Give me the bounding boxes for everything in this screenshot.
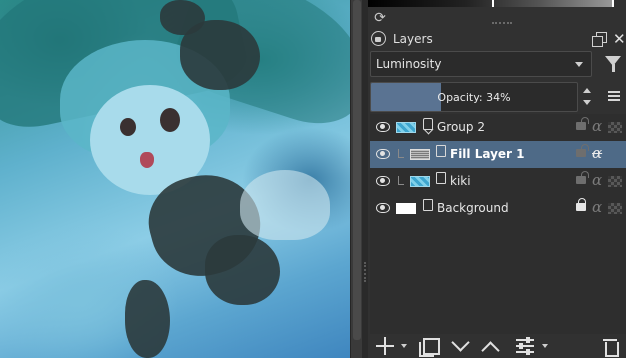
sliders-icon[interactable] — [514, 336, 536, 356]
layer-thumbnail — [396, 122, 416, 133]
eye-icon[interactable] — [376, 149, 390, 159]
trash-icon[interactable] — [602, 336, 620, 357]
paint-layer-icon — [436, 172, 446, 184]
checkerboard-icon[interactable] — [608, 122, 622, 133]
artwork-mouth — [140, 152, 154, 168]
layer-row-background[interactable]: Background α — [370, 195, 626, 222]
fill-layer-icon — [436, 145, 446, 157]
color-strip[interactable] — [368, 0, 614, 7]
add-layer-dropdown-icon[interactable] — [401, 344, 407, 348]
scrollbar-thumb[interactable] — [353, 0, 361, 340]
alpha-lock-icon[interactable]: α — [592, 171, 602, 189]
blend-mode-value: Luminosity — [376, 57, 442, 71]
canvas-artwork[interactable] — [0, 0, 350, 358]
layer-list: Group 2 α Fill Layer 1 α kiki α Backgrou… — [370, 114, 626, 334]
eye-icon[interactable] — [376, 122, 390, 132]
docker-titlebar: Layers ✕ — [368, 30, 626, 48]
layers-docker: ⟳ Layers ✕ Luminosity Opacity: 34% Group… — [368, 0, 626, 358]
tree-branch — [398, 149, 404, 158]
lock-icon[interactable] — [576, 198, 586, 211]
canvas-vertical-scrollbar[interactable] — [350, 0, 362, 358]
opacity-slider[interactable]: Opacity: 34% — [370, 82, 578, 112]
artwork-sleeve — [240, 170, 330, 240]
artwork-eye-left — [120, 118, 136, 136]
checkerboard-icon[interactable] — [608, 176, 622, 187]
docker-drag-handle[interactable] — [492, 22, 512, 26]
close-icon[interactable]: ✕ — [613, 30, 626, 48]
artwork-dress-lower — [205, 235, 280, 305]
plus-icon[interactable] — [376, 336, 394, 356]
artwork-ribbon-small — [160, 0, 205, 35]
spin-down-icon[interactable] — [583, 100, 591, 105]
chevron-up-icon[interactable] — [480, 336, 500, 356]
eye-icon[interactable] — [376, 176, 390, 186]
color-strip-marker[interactable] — [492, 0, 494, 7]
panel-title: Layers — [393, 32, 433, 46]
layer-name: Fill Layer 1 — [450, 147, 525, 161]
lock-icon[interactable] — [371, 31, 386, 46]
float-icon[interactable] — [592, 32, 607, 47]
alpha-lock-icon[interactable]: α — [592, 198, 602, 216]
artwork-boot — [125, 280, 170, 358]
eye-icon[interactable] — [376, 203, 390, 213]
layer-thumbnail — [410, 176, 430, 187]
color-strip-end — [612, 0, 614, 7]
opacity-label: Opacity: 34% — [437, 91, 511, 104]
duplicate-icon[interactable] — [418, 336, 440, 357]
tree-branch — [398, 176, 404, 185]
layer-row-group-2[interactable]: Group 2 α — [370, 114, 626, 141]
paint-layer-icon — [423, 199, 433, 211]
layer-thumbnail — [410, 149, 430, 160]
opacity-spinner[interactable] — [582, 82, 592, 112]
chevron-down-icon — [575, 62, 583, 67]
layer-thumbnail — [396, 203, 416, 214]
chevron-down-icon[interactable] — [450, 336, 470, 356]
lock-icon[interactable] — [576, 117, 589, 130]
layer-name: Background — [437, 201, 509, 215]
refresh-icon[interactable]: ⟳ — [372, 10, 388, 26]
layer-name: Group 2 — [437, 120, 485, 134]
filter-icon[interactable] — [604, 54, 622, 76]
hamburger-menu-icon[interactable] — [606, 88, 622, 104]
lock-icon[interactable] — [576, 171, 589, 184]
layer-name: kiki — [450, 174, 471, 188]
splitter-grip[interactable] — [364, 262, 366, 282]
properties-dropdown-icon[interactable] — [542, 344, 548, 348]
artwork-eye-right — [160, 108, 180, 132]
blend-mode-dropdown[interactable]: Luminosity — [370, 51, 592, 77]
layer-row-kiki[interactable]: kiki α — [370, 168, 626, 195]
alpha-lock-icon[interactable]: α — [592, 117, 602, 135]
layer-row-fill-layer-1[interactable]: Fill Layer 1 α — [370, 141, 626, 168]
alpha-lock-icon[interactable]: α — [592, 144, 602, 162]
spin-up-icon[interactable] — [583, 88, 591, 93]
layer-toolbar — [368, 334, 626, 358]
checkerboard-icon[interactable] — [608, 203, 622, 214]
lock-icon[interactable] — [576, 144, 589, 157]
